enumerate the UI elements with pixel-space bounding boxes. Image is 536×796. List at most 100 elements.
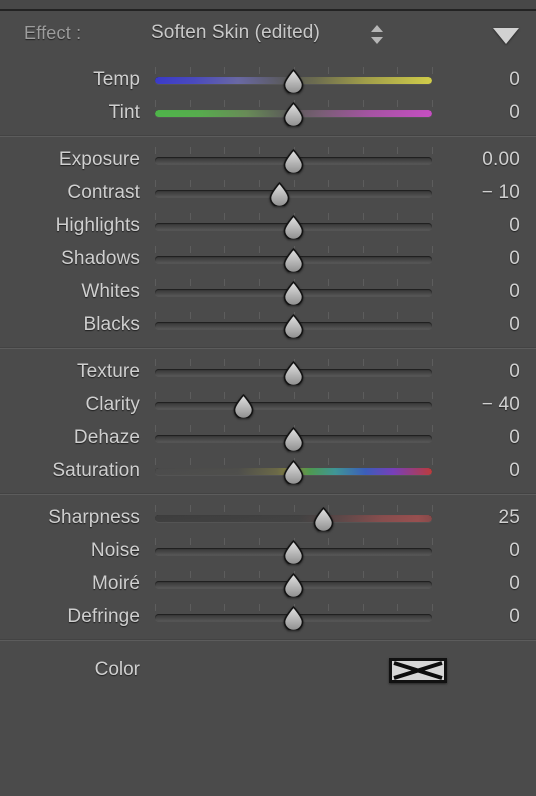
slider-value[interactable]: 0 bbox=[436, 248, 520, 270]
slider-value[interactable]: − 40 bbox=[436, 394, 520, 416]
slider-group-presence: Texture 0 Clarity − 40 Dehaze 0 Saturation 0 bbox=[0, 349, 536, 493]
slider-label: Temp bbox=[93, 69, 140, 90]
slider-handle[interactable] bbox=[281, 248, 306, 272]
slider-control[interactable] bbox=[155, 242, 433, 275]
panel-top-strip bbox=[0, 0, 536, 9]
color-row: Color bbox=[0, 641, 536, 697]
slider-handle[interactable] bbox=[281, 427, 306, 451]
slider-handle[interactable] bbox=[281, 281, 306, 305]
effect-preset-value[interactable]: Soften Skin (edited) bbox=[151, 22, 320, 44]
slider-groups: Temp 0 Tint 0 Exposure 0.00 Contrast − 10 Highli… bbox=[0, 57, 536, 639]
slider-handle[interactable] bbox=[281, 540, 306, 564]
slider-ticks bbox=[155, 180, 433, 187]
slider-value[interactable]: 0 bbox=[436, 314, 520, 336]
slider-label: Dehaze bbox=[73, 427, 140, 448]
slider-control[interactable] bbox=[155, 176, 433, 209]
slider-group-detail: Sharpness 25 Noise 0 Moiré 0 Defringe 0 bbox=[0, 495, 536, 639]
slider-handle[interactable] bbox=[281, 215, 306, 239]
slider-group-white-balance: Temp 0 Tint 0 bbox=[0, 57, 536, 135]
slider-control[interactable] bbox=[155, 534, 433, 567]
slider-handle[interactable] bbox=[311, 507, 336, 531]
slider-value[interactable]: 0 bbox=[436, 540, 520, 562]
slider-ticks bbox=[155, 505, 433, 512]
slider-row: Defringe 0 bbox=[0, 600, 536, 633]
slider-control[interactable] bbox=[155, 209, 433, 242]
color-label: Color bbox=[94, 659, 140, 680]
slider-track[interactable] bbox=[155, 402, 432, 409]
slider-row: Exposure 0.00 bbox=[0, 143, 536, 176]
slider-value[interactable]: 25 bbox=[436, 507, 520, 529]
slider-label: Texture bbox=[76, 361, 140, 382]
slider-control[interactable] bbox=[155, 501, 433, 534]
slider-group-tone: Exposure 0.00 Contrast − 10 Highlights 0 Shado… bbox=[0, 137, 536, 347]
disclosure-triangle-down-icon[interactable] bbox=[493, 28, 519, 44]
no-color-x-swatch-icon[interactable] bbox=[389, 658, 447, 683]
slider-value[interactable]: 0 bbox=[436, 606, 520, 628]
stepper-up-down-icon[interactable] bbox=[371, 24, 384, 45]
slider-row: Moiré 0 bbox=[0, 567, 536, 600]
effect-header-row: Effect : Soften Skin (edited) bbox=[0, 11, 536, 57]
slider-ticks bbox=[155, 392, 433, 399]
slider-row: Dehaze 0 bbox=[0, 421, 536, 454]
slider-label: Exposure bbox=[58, 149, 140, 170]
slider-row: Blacks 0 bbox=[0, 308, 536, 341]
slider-value[interactable]: 0 bbox=[436, 281, 520, 303]
slider-handle[interactable] bbox=[281, 573, 306, 597]
slider-label: Shadows bbox=[61, 248, 140, 269]
slider-handle[interactable] bbox=[281, 69, 306, 93]
slider-control[interactable] bbox=[155, 96, 433, 129]
slider-control[interactable] bbox=[155, 355, 433, 388]
slider-value[interactable]: 0 bbox=[436, 573, 520, 595]
slider-value[interactable]: 0.00 bbox=[436, 149, 520, 171]
slider-row: Temp 0 bbox=[0, 63, 536, 96]
slider-gradient bbox=[155, 515, 432, 522]
slider-row: Whites 0 bbox=[0, 275, 536, 308]
slider-handle[interactable] bbox=[281, 314, 306, 338]
slider-handle[interactable] bbox=[281, 606, 306, 630]
slider-label: Defringe bbox=[67, 606, 140, 627]
effect-label: Effect : bbox=[24, 23, 82, 43]
slider-label: Saturation bbox=[52, 460, 140, 481]
slider-value[interactable]: 0 bbox=[436, 102, 520, 124]
slider-row: Texture 0 bbox=[0, 355, 536, 388]
slider-control[interactable] bbox=[155, 63, 433, 96]
slider-row: Saturation 0 bbox=[0, 454, 536, 487]
slider-value[interactable]: 0 bbox=[436, 215, 520, 237]
slider-control[interactable] bbox=[155, 308, 433, 341]
slider-row: Clarity − 40 bbox=[0, 388, 536, 421]
slider-track[interactable] bbox=[155, 515, 432, 522]
slider-label: Contrast bbox=[67, 182, 140, 203]
panel-content: Effect : Soften Skin (edited) Temp 0 Tint 0… bbox=[0, 11, 536, 796]
slider-handle[interactable] bbox=[281, 361, 306, 385]
slider-label: Whites bbox=[81, 281, 140, 302]
slider-control[interactable] bbox=[155, 421, 433, 454]
slider-label: Sharpness bbox=[48, 507, 140, 528]
slider-row: Contrast − 10 bbox=[0, 176, 536, 209]
slider-handle[interactable] bbox=[267, 182, 292, 206]
slider-value[interactable]: 0 bbox=[436, 69, 520, 91]
slider-control[interactable] bbox=[155, 600, 433, 633]
slider-row: Shadows 0 bbox=[0, 242, 536, 275]
slider-control[interactable] bbox=[155, 275, 433, 308]
slider-label: Clarity bbox=[85, 394, 140, 415]
slider-row: Sharpness 25 bbox=[0, 501, 536, 534]
slider-handle[interactable] bbox=[281, 460, 306, 484]
slider-label: Highlights bbox=[55, 215, 140, 236]
slider-label: Noise bbox=[90, 540, 140, 561]
slider-value[interactable]: 0 bbox=[436, 361, 520, 383]
slider-control[interactable] bbox=[155, 567, 433, 600]
slider-handle[interactable] bbox=[281, 102, 306, 126]
slider-handle[interactable] bbox=[231, 394, 256, 418]
effect-adjustments-panel: Effect : Soften Skin (edited) Temp 0 Tint 0… bbox=[0, 0, 536, 796]
slider-control[interactable] bbox=[155, 143, 433, 176]
slider-value[interactable]: 0 bbox=[436, 460, 520, 482]
slider-track[interactable] bbox=[155, 190, 432, 197]
slider-control[interactable] bbox=[155, 388, 433, 421]
slider-value[interactable]: 0 bbox=[436, 427, 520, 449]
slider-row: Noise 0 bbox=[0, 534, 536, 567]
slider-control[interactable] bbox=[155, 454, 433, 487]
slider-label: Moiré bbox=[91, 573, 140, 594]
slider-handle[interactable] bbox=[281, 149, 306, 173]
slider-value[interactable]: − 10 bbox=[436, 182, 520, 204]
slider-row: Highlights 0 bbox=[0, 209, 536, 242]
